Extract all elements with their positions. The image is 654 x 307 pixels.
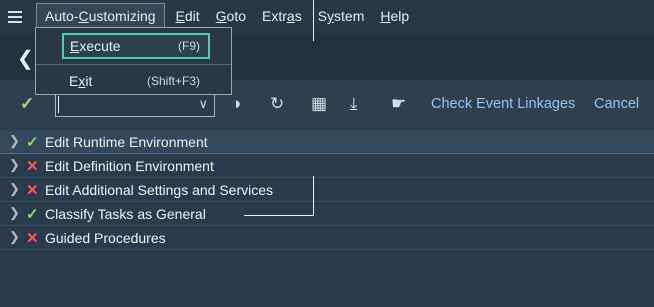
- overlay-line: [244, 215, 314, 216]
- chevron-left-icon[interactable]: ❮: [17, 46, 34, 71]
- confirm-check-icon[interactable]: ✓: [20, 94, 34, 114]
- cursor-select-icon[interactable]: ☛: [391, 94, 406, 114]
- download-icon[interactable]: ⤓: [350, 94, 358, 114]
- list-item[interactable]: ❯ ✕ Edit Additional Settings and Service…: [0, 178, 654, 202]
- chevron-right-icon[interactable]: ❯: [9, 229, 20, 245]
- error-x-icon: ✕: [26, 230, 39, 247]
- error-x-icon: ✕: [26, 182, 39, 199]
- chevron-down-icon[interactable]: ∨: [198, 96, 208, 112]
- activity-list: ❯ ✓ Edit Runtime Environment ❯ ✕ Edit De…: [0, 128, 654, 307]
- list-item[interactable]: ❯ ✓ Classify Tasks as General: [0, 202, 654, 226]
- text-caret: [58, 96, 59, 113]
- overlay-line: [313, 0, 314, 41]
- overlay-line: [313, 176, 314, 216]
- chevron-right-icon[interactable]: ❯: [9, 181, 20, 197]
- list-item-label: Classify Tasks as General: [45, 206, 206, 222]
- list-item-label: Guided Procedures: [45, 230, 166, 246]
- shortcut-hint: (F9): [178, 39, 200, 53]
- menu-help[interactable]: Help: [372, 0, 417, 33]
- list-item-label: Edit Definition Environment: [45, 158, 214, 174]
- error-x-icon: ✕: [26, 158, 39, 175]
- list-item-label: Edit Additional Settings and Services: [45, 182, 274, 198]
- menu-item-label: Execute: [70, 38, 121, 54]
- hamburger-menu-icon[interactable]: [0, 0, 30, 33]
- list-item-label: Edit Runtime Environment: [45, 134, 208, 150]
- chevron-right-icon[interactable]: ❯: [9, 133, 20, 149]
- refresh-icon[interactable]: ↻: [270, 94, 284, 114]
- list-item[interactable]: ❯ ✕ Edit Definition Environment: [0, 154, 654, 178]
- calendar-icon[interactable]: ▦: [311, 94, 327, 114]
- menu-auto-customizing[interactable]: Auto-Customizing: [36, 3, 165, 30]
- chevron-right-icon[interactable]: ❯: [9, 157, 20, 173]
- command-field[interactable]: ∨: [55, 92, 215, 117]
- menu-system[interactable]: System: [310, 0, 373, 33]
- shortcut-hint: (Shift+F3): [146, 74, 200, 88]
- list-item[interactable]: ❯ ✓ Edit Runtime Environment: [0, 130, 654, 154]
- menu-item-label: Exit: [69, 73, 93, 89]
- auto-customizing-dropdown: Execute (F9) Exit (Shift+F3): [35, 27, 232, 95]
- menu-item-exit[interactable]: Exit (Shift+F3): [63, 70, 208, 92]
- check-icon: ✓: [26, 206, 39, 223]
- cancel-button[interactable]: Cancel: [594, 96, 639, 112]
- check-event-linkages-button[interactable]: Check Event Linkages: [431, 96, 575, 112]
- menu-item-execute[interactable]: Execute (F9): [62, 33, 210, 59]
- check-icon: ✓: [26, 134, 39, 151]
- menu-extras[interactable]: Extras: [254, 0, 310, 33]
- chevron-right-icon[interactable]: ❯: [9, 205, 20, 221]
- globe-icon[interactable]: ◑: [231, 94, 241, 114]
- menu-separator: [36, 64, 231, 65]
- list-item[interactable]: ❯ ✕ Guided Procedures: [0, 226, 654, 250]
